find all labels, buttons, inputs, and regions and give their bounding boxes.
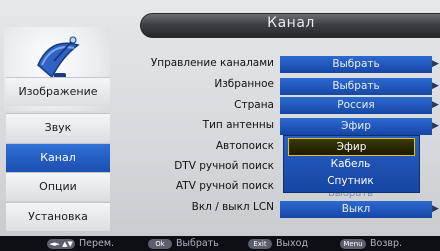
dropdown-option-air[interactable]: Эфир	[288, 138, 415, 156]
hint-bar: ◄► ▲▼ Перем. Ok Выбрать Exit Выход Menu …	[0, 236, 440, 251]
antenna-type-dropdown[interactable]: Эфир Кабель Спутник	[283, 135, 420, 193]
chevron-right-icon: ▶	[432, 121, 439, 131]
nav-keys-icon: ◄► ▲▼	[47, 239, 75, 249]
exit-key-icon: Exit	[248, 239, 272, 249]
sidebar-item-sound[interactable]: Звук	[6, 113, 110, 142]
exit-hint-label: Выход	[276, 238, 309, 249]
antenna-type-value[interactable]: Эфир	[280, 118, 432, 135]
dropdown-option-cable[interactable]: Кабель	[288, 156, 413, 172]
sidebar-item-picture[interactable]: Изображение	[6, 77, 110, 106]
sidebar-item-setup[interactable]: Установка	[6, 202, 110, 231]
menu-row-label: DTV ручной поиск	[174, 160, 274, 172]
lcn-value[interactable]: Выкл	[280, 201, 432, 218]
menu-row-label: Страна	[234, 99, 274, 111]
page-title: Канал	[267, 15, 315, 31]
tv-menu-screen: Канал Изображение Звук Канал Опции Устан…	[0, 0, 440, 251]
dropdown-option-satellite[interactable]: Спутник	[288, 173, 413, 189]
menu-row-label: Вкл / выкл LCN	[191, 201, 274, 213]
ok-hint-label: Выбрать	[176, 238, 219, 249]
sidebar-item-channel[interactable]: Канал	[6, 143, 110, 172]
chevron-right-icon: ▶	[432, 59, 439, 69]
ok-key-icon: Ok	[148, 239, 172, 249]
sidebar: Изображение Звук Канал Опции Установка	[2, 27, 110, 240]
country-value[interactable]: Россия	[280, 97, 432, 114]
menu-hint-label: Возвр.	[370, 238, 403, 249]
menu-row-label: Тип антенны	[202, 119, 274, 131]
menu-row-label: Автопоиск	[215, 140, 274, 152]
menu-row-label: Управление каналами	[150, 57, 274, 69]
chevron-right-icon: ▶	[432, 100, 439, 110]
menu-key-icon: Menu	[340, 239, 366, 249]
sidebar-item-options[interactable]: Опции	[6, 172, 110, 201]
menu-row-label: Избранное	[214, 78, 274, 90]
favorites-value[interactable]: Выбрать	[280, 78, 432, 95]
nav-hint-label: Перем.	[79, 238, 115, 249]
chevron-right-icon: ▶	[432, 81, 439, 91]
menu-row-label: ATV ручной поиск	[175, 180, 274, 192]
title-bar: Канал	[140, 13, 440, 38]
chevron-right-icon: ▶	[432, 204, 439, 214]
channel-management-value[interactable]: Выбрать	[280, 56, 432, 73]
